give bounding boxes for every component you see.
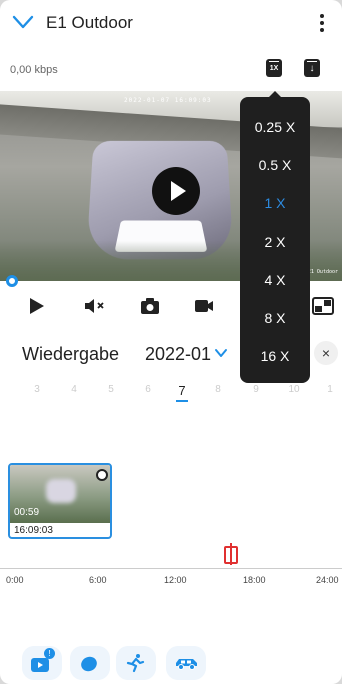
car-icon bbox=[176, 659, 197, 670]
day-item-selected[interactable]: 7 bbox=[172, 383, 192, 398]
more-options-icon[interactable] bbox=[312, 12, 332, 34]
speed-option[interactable]: 2 X bbox=[240, 234, 310, 250]
day-item[interactable]: 10 bbox=[284, 384, 304, 395]
timeline-label: 0:00 bbox=[6, 575, 24, 585]
timeline-axis[interactable] bbox=[0, 568, 342, 569]
day-item[interactable]: 9 bbox=[246, 384, 266, 395]
speed-option[interactable]: 0.25 X bbox=[240, 119, 310, 135]
timeline-label: 24:00 bbox=[316, 575, 339, 585]
event-filter-bar: ! bbox=[0, 640, 342, 680]
playback-title: Wiedergabe bbox=[22, 344, 120, 364]
day-item[interactable]: 4 bbox=[64, 384, 84, 395]
chevron-down-icon[interactable] bbox=[214, 348, 228, 358]
header: E1 Outdoor bbox=[0, 0, 342, 46]
filter-motion-button[interactable] bbox=[70, 646, 110, 680]
bitrate-readout: 0,00 kbps bbox=[10, 64, 58, 76]
day-item[interactable]: 1 bbox=[320, 384, 340, 395]
gallery-icon[interactable] bbox=[312, 296, 334, 316]
day-strip: 3 4 5 6 7 8 9 10 1 bbox=[0, 383, 342, 400]
timeline-label: 6:00 bbox=[89, 575, 107, 585]
download-icon[interactable]: ↓ bbox=[304, 59, 320, 77]
record-video-icon[interactable] bbox=[194, 296, 214, 316]
clip-start-time: 16:09:03 bbox=[14, 525, 53, 536]
timeline-label: 18:00 bbox=[243, 575, 266, 585]
motion-blob-icon bbox=[81, 656, 97, 672]
playback-speed-menu: 0.25 X 0.5 X 1 X 2 X 4 X 8 X 16 X bbox=[240, 91, 310, 383]
filter-person-button[interactable] bbox=[116, 646, 156, 680]
chevron-down-back-icon[interactable] bbox=[12, 14, 34, 30]
timeline-cursor[interactable] bbox=[224, 543, 238, 565]
day-item[interactable]: 8 bbox=[208, 384, 228, 395]
recording-clip-card[interactable]: 00:59 16:09:03 bbox=[8, 463, 112, 539]
snapshot-camera-icon[interactable] bbox=[140, 296, 160, 316]
month-selector[interactable]: 2022-01 bbox=[145, 344, 211, 365]
day-item[interactable]: 3 bbox=[27, 384, 47, 395]
speed-option[interactable]: 0.5 X bbox=[240, 157, 310, 173]
video-camera-label: E1 Outdoor bbox=[307, 269, 338, 275]
clip-type-icon bbox=[96, 469, 108, 481]
timeline-label: 12:00 bbox=[164, 575, 187, 585]
app-screen: E1 Outdoor 0,00 kbps 1X ↓ 2022-01-07 16:… bbox=[0, 0, 342, 684]
progress-slider-handle[interactable] bbox=[6, 275, 18, 287]
notification-badge: ! bbox=[44, 648, 55, 659]
playback-speed-button[interactable]: 1X bbox=[266, 59, 282, 77]
mute-icon[interactable] bbox=[83, 296, 107, 316]
running-person-icon bbox=[126, 654, 145, 673]
video-timestamp-overlay: 2022-01-07 16:09:03 bbox=[124, 97, 212, 104]
selected-day-indicator bbox=[176, 400, 188, 402]
day-item[interactable]: 5 bbox=[101, 384, 121, 395]
video-play-button[interactable] bbox=[152, 167, 200, 215]
filter-vehicle-button[interactable] bbox=[166, 646, 206, 680]
speed-option[interactable]: 4 X bbox=[240, 272, 310, 288]
close-button[interactable]: × bbox=[314, 341, 338, 365]
play-icon[interactable] bbox=[30, 298, 44, 314]
page-title: E1 Outdoor bbox=[46, 13, 133, 32]
speed-option-selected[interactable]: 1 X bbox=[240, 195, 310, 211]
speed-option[interactable]: 16 X bbox=[240, 348, 310, 364]
filter-all-events-button[interactable]: ! bbox=[22, 646, 62, 680]
clip-duration: 00:59 bbox=[14, 507, 40, 518]
day-item[interactable]: 6 bbox=[138, 384, 158, 395]
speed-option[interactable]: 8 X bbox=[240, 310, 310, 326]
